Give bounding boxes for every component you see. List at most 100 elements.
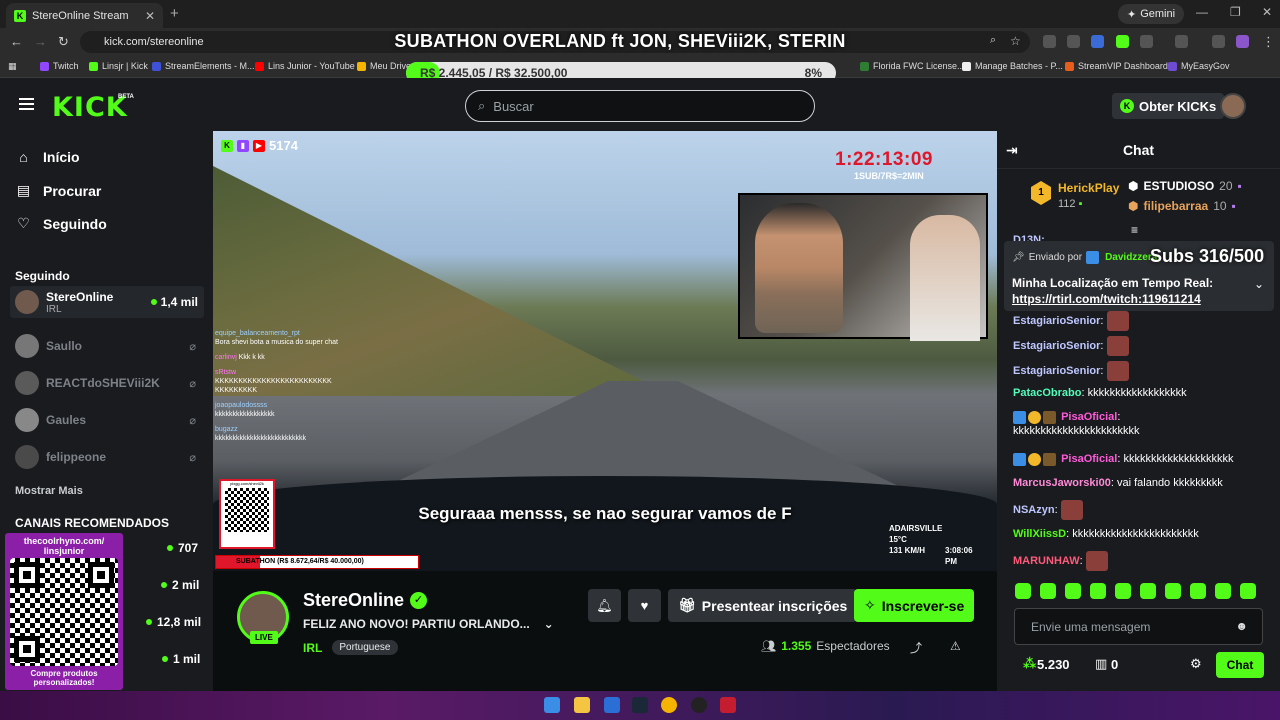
- notification-bell-button[interactable]: 🔔︎: [588, 589, 621, 622]
- app-icon[interactable]: [720, 697, 736, 713]
- video-player[interactable]: K ▮ ▶ 5174 1:22:13:09 1SUB/7R$=2MIN equi…: [213, 131, 997, 571]
- mail-icon[interactable]: [604, 697, 620, 713]
- recommended-viewers[interactable]: 2 mil: [161, 578, 199, 592]
- nav-home[interactable]: ⌂ Início: [16, 149, 79, 165]
- report-warning-icon[interactable]: ⚠: [950, 639, 961, 653]
- leader-name[interactable]: HerickPlay: [1058, 181, 1119, 195]
- extension-icon[interactable]: [1067, 35, 1080, 48]
- chat-message: PisaOficial: kkkkkkkkkkkkkkkkkkkkkkk: [1013, 410, 1140, 437]
- recommended-viewers[interactable]: 707: [167, 541, 198, 555]
- chevron-down-icon[interactable]: ⌄: [1254, 277, 1264, 291]
- stream-title[interactable]: FELIZ ANO NOVO! PARTIU ORLANDO... ⌄: [303, 617, 554, 631]
- recommended-viewers[interactable]: 12,8 mil: [146, 615, 201, 629]
- sidebar-channel-saullo[interactable]: Saullo ⌀: [10, 330, 204, 362]
- emoji-picker-icon[interactable]: ☻: [1235, 619, 1248, 633]
- leader-entry[interactable]: ⬢ filipebarraa 10 ▪: [1128, 199, 1236, 213]
- emote-icon[interactable]: [1040, 583, 1056, 599]
- recommended-viewers[interactable]: 1 mil: [162, 652, 200, 666]
- gift-subs-button[interactable]: 🎁︎ Presentear inscrições: [668, 589, 858, 622]
- emote-icon: [1106, 311, 1129, 331]
- emote-icon[interactable]: [1015, 583, 1031, 599]
- new-tab-icon[interactable]: +: [170, 5, 179, 22]
- emote-icon[interactable]: [1215, 583, 1231, 599]
- sidebar-channel-felippeone[interactable]: felippeone ⌀: [10, 441, 204, 473]
- leader-entry[interactable]: ⬢ ESTUDIOSO 20 ▪: [1128, 179, 1242, 193]
- file-explorer-icon[interactable]: [574, 697, 590, 713]
- bookmark-kick[interactable]: Linsjr | Kick: [89, 61, 148, 71]
- steam-icon[interactable]: [632, 697, 648, 713]
- emote-icon[interactable]: [1115, 583, 1131, 599]
- windows-start-icon[interactable]: [544, 697, 560, 713]
- extension-icon[interactable]: [1116, 35, 1129, 48]
- expand-leaderboard-icon[interactable]: ≡: [1131, 223, 1138, 237]
- browser-tab[interactable]: K StereOnline Stream - Watch ✕: [6, 3, 163, 28]
- nav-browse[interactable]: ▤ Procurar: [16, 182, 101, 199]
- chat-message: EstagiarioSenior:: [1013, 361, 1269, 381]
- extension-icon[interactable]: [1043, 35, 1056, 48]
- sidebar-channel-reactdoshevii2k[interactable]: REACTdoSHEViii2K ⌀: [10, 367, 204, 399]
- send-chat-button[interactable]: Chat: [1216, 652, 1264, 678]
- kicks-balance[interactable]: 5.230: [1037, 657, 1070, 672]
- minimize-icon[interactable]: —: [1196, 5, 1208, 19]
- bookmark-drive[interactable]: Meu Drive: [357, 61, 411, 71]
- promo-caption: Compre produtos personalizados!: [30, 669, 98, 687]
- share-icon[interactable]: ⤴: [910, 639, 922, 656]
- language-tag[interactable]: Portuguese: [332, 640, 398, 655]
- sidebar-channel-stereonline[interactable]: StereOnline IRL 1,4 mil: [10, 286, 204, 318]
- bookmark-streamvip[interactable]: StreamVIP Dashboard: [1065, 61, 1168, 71]
- maximize-icon[interactable]: ❐: [1230, 5, 1241, 19]
- get-kicks-button[interactable]: K Obter KICKs: [1112, 93, 1225, 119]
- pinned-link[interactable]: https://rtirl.com/twitch:119611214: [1012, 292, 1201, 306]
- chat-title: Chat: [1122, 142, 1155, 158]
- stream-category[interactable]: IRL: [303, 641, 322, 655]
- extension-icon[interactable]: [1091, 35, 1104, 48]
- bookmark-youtube[interactable]: Lins Junior - YouTube: [255, 61, 355, 71]
- menu-dots-icon[interactable]: ⋮: [1262, 34, 1275, 50]
- subscribe-button[interactable]: ✧ Inscrever-se: [854, 589, 975, 622]
- kick-logo[interactable]: KICK: [52, 92, 128, 123]
- collapse-chat-icon[interactable]: ⇥: [1006, 131, 1018, 169]
- obs-icon[interactable]: [691, 697, 707, 713]
- streamer-name[interactable]: StereOnline ✓: [303, 590, 428, 611]
- reading-list-icon[interactable]: [1212, 35, 1225, 48]
- stream-info: LIVE StereOnline ✓ FELIZ ANO NOVO! PARTIU…: [213, 571, 997, 691]
- follow-heart-button[interactable]: ♥: [628, 589, 661, 622]
- gemini-button[interactable]: ✦ Gemini: [1118, 4, 1185, 24]
- reload-icon[interactable]: ↻: [58, 34, 69, 50]
- bookmark-fwc[interactable]: Florida FWC License...: [860, 61, 965, 71]
- emote-icon[interactable]: [1165, 583, 1181, 599]
- forward-icon[interactable]: →: [34, 34, 47, 49]
- back-icon[interactable]: ←: [10, 34, 23, 49]
- emote-icon[interactable]: [1190, 583, 1206, 599]
- chat-settings-gear-icon[interactable]: ⚙: [1190, 656, 1202, 672]
- hamburger-menu-icon[interactable]: [19, 98, 34, 110]
- close-tab-icon[interactable]: ✕: [145, 9, 155, 23]
- bookmark-star-icon[interactable]: ☆: [1010, 34, 1021, 48]
- video-caption: Seguraaa mensss, se nao segurar vamos de…: [418, 504, 792, 523]
- chrome-icon[interactable]: [661, 697, 677, 713]
- store-icon[interactable]: ▥: [1095, 656, 1107, 672]
- chat-message-input[interactable]: Envie uma mensagem ☻: [1014, 608, 1263, 645]
- search-placeholder: Buscar: [493, 98, 534, 114]
- emote-icon[interactable]: [1065, 583, 1081, 599]
- user-avatar[interactable]: [1220, 93, 1246, 119]
- emote-icon[interactable]: [1240, 583, 1256, 599]
- sidepanel-icon[interactable]: [1175, 35, 1188, 48]
- bookmark-batches[interactable]: Manage Batches - P...: [962, 61, 1063, 71]
- bookmark-myeasygov[interactable]: MyEasyGov: [1168, 61, 1230, 71]
- sidebar-channel-gaules[interactable]: Gaules ⌀: [10, 404, 204, 436]
- bookmark-twitch[interactable]: Twitch: [40, 61, 79, 71]
- close-window-icon[interactable]: ✕: [1262, 5, 1272, 19]
- search-input[interactable]: ⌕ Buscar: [465, 90, 815, 122]
- emote-icon[interactable]: [1140, 583, 1156, 599]
- nav-following[interactable]: ♡ Seguindo: [16, 215, 107, 232]
- zoom-icon[interactable]: ⌕: [990, 34, 996, 47]
- chat-message: NSAzyn:: [1013, 500, 1269, 520]
- beta-label: BETA: [118, 94, 134, 100]
- emote-icon[interactable]: [1090, 583, 1106, 599]
- apps-grid-icon[interactable]: ▦: [8, 61, 17, 72]
- profile-icon[interactable]: [1236, 35, 1249, 48]
- extensions-puzzle-icon[interactable]: [1140, 35, 1153, 48]
- show-more-link[interactable]: Mostrar Mais: [15, 485, 83, 497]
- bookmark-streamelements[interactable]: StreamElements - M...: [152, 61, 255, 71]
